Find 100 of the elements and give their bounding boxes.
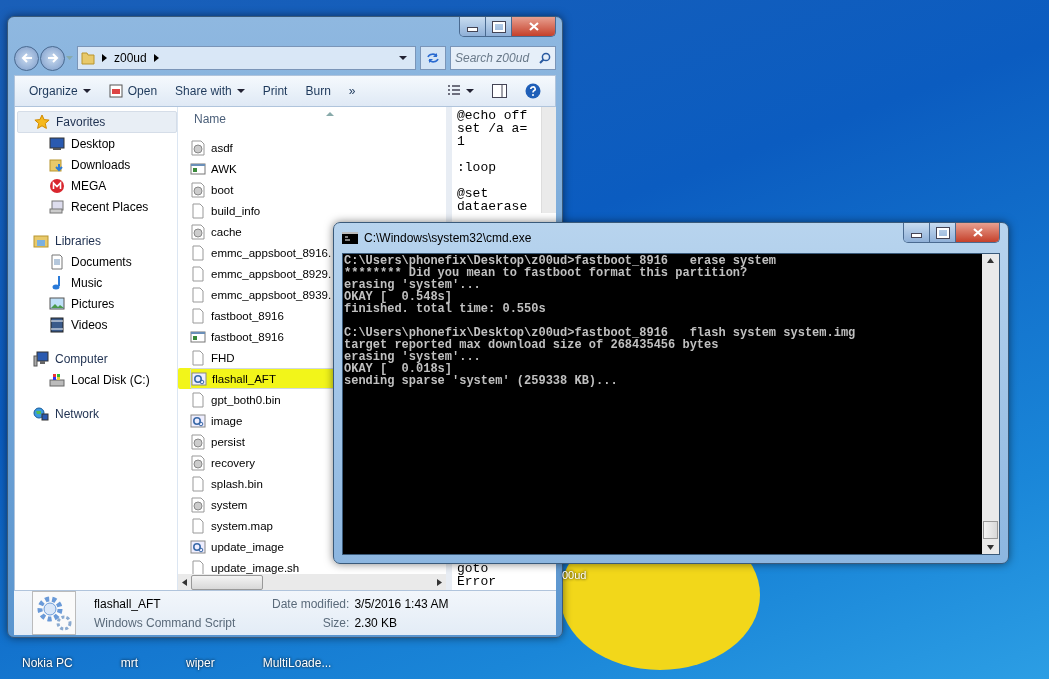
file-row[interactable]: asdf	[190, 137, 336, 158]
nav-item[interactable]: Downloads	[17, 154, 177, 175]
toolbar-button[interactable]: »	[340, 81, 364, 101]
menu-button[interactable]: Organize	[21, 81, 99, 101]
file-row[interactable]: system.map	[190, 515, 336, 536]
close-button[interactable]	[956, 223, 999, 242]
file-row[interactable]: emmc_appsboot_8916.	[190, 242, 336, 263]
desktop-icon-label[interactable]: Nokia PC	[22, 656, 73, 670]
folder-icon	[49, 156, 65, 173]
nav-item[interactable]: Recent Places	[17, 196, 177, 217]
file-row[interactable]: emmc_appsboot_8939.	[190, 284, 336, 305]
search-icon	[539, 52, 551, 64]
disc-file-icon	[190, 181, 206, 198]
close-icon	[972, 228, 983, 237]
down-arrow-icon	[987, 545, 994, 550]
file-row[interactable]: FHD	[190, 347, 336, 368]
desktop-icon-label[interactable]: MultiLoade...	[262, 656, 332, 670]
file-row[interactable]: update_image	[190, 536, 336, 557]
address-bar[interactable]: z00ud	[77, 46, 416, 70]
breadcrumb[interactable]: z00ud	[114, 51, 147, 65]
nav-item[interactable]: Music	[17, 272, 177, 293]
minimize-button[interactable]	[460, 17, 486, 36]
blank-file-icon	[190, 517, 206, 534]
file-row[interactable]: AWK	[190, 158, 336, 179]
refresh-button[interactable]	[420, 46, 446, 70]
pane-icon	[492, 84, 507, 98]
gear-file-icon	[190, 538, 206, 555]
disc-file-icon	[190, 223, 206, 240]
horizontal-scrollbar[interactable]	[178, 574, 446, 590]
nav-item[interactable]: Documents	[17, 251, 177, 272]
caret-icon	[236, 89, 245, 93]
console-line: OKAY [ 0.018s]	[344, 363, 453, 375]
forward-button[interactable]	[40, 45, 65, 71]
preview-line: :loop	[457, 161, 497, 174]
file-row[interactable]: splash.bin	[190, 473, 336, 494]
vertical-scrollbar[interactable]	[541, 107, 556, 213]
column-header[interactable]: Name	[194, 112, 226, 126]
m-circle-icon	[49, 177, 65, 194]
nav-item[interactable]: Favorites	[17, 111, 177, 133]
console-icon	[342, 232, 358, 244]
toolbar-button[interactable]: Print	[254, 81, 296, 101]
console-line: erasing 'system'...	[344, 351, 482, 363]
nav-item[interactable]: Desktop	[17, 133, 177, 154]
file-row[interactable]: system	[190, 494, 336, 515]
file-row[interactable]: boot	[190, 179, 336, 200]
globe-network-icon	[33, 406, 49, 422]
gear-file-icon	[191, 370, 207, 387]
nav-item[interactable]: Network	[17, 404, 177, 424]
desktop-icon-label[interactable]: wiper	[186, 656, 215, 670]
window-file-icon	[190, 160, 206, 177]
folder-icon	[81, 51, 95, 65]
close-button[interactable]	[512, 17, 555, 36]
left-arrow-icon	[182, 578, 187, 586]
file-row[interactable]: recovery	[190, 452, 336, 473]
minimize-button[interactable]	[904, 223, 930, 242]
file-row[interactable]: fastboot_8916	[190, 326, 336, 347]
desktop-icon-label[interactable]: mrt	[120, 656, 138, 670]
gear-file-icon	[190, 412, 206, 429]
disc-file-icon	[190, 454, 206, 471]
search-field[interactable]: Search z00ud	[450, 46, 556, 70]
window-title: C:\Windows\system32\cmd.exe	[364, 231, 532, 245]
right-arrow-icon	[46, 53, 59, 63]
nav-item[interactable]: MEGA	[17, 175, 177, 196]
nav-item[interactable]: Libraries	[17, 231, 177, 251]
blank-file-icon	[190, 244, 206, 261]
toolbar-button[interactable]: Burn	[297, 81, 339, 101]
maximize-button[interactable]	[486, 17, 512, 36]
blank-file-icon	[190, 307, 206, 324]
file-row[interactable]: persist	[190, 431, 336, 452]
vertical-scrollbar[interactable]	[982, 254, 999, 554]
toolbar-button[interactable]: Open	[100, 81, 166, 101]
nav-item[interactable]: Computer	[17, 349, 177, 369]
nav-item[interactable]: Videos	[17, 314, 177, 335]
scroll-thumb[interactable]	[983, 521, 998, 539]
back-button[interactable]	[14, 45, 39, 71]
caret-icon	[82, 89, 91, 93]
film-icon	[49, 316, 65, 333]
preview-line: set /a a=	[457, 122, 529, 135]
file-row[interactable]: image	[190, 410, 336, 431]
console-line: C:\Users\phonefix\Desktop\z00ud>fastboot_8916 flash system system.img	[344, 327, 857, 339]
disc-file-icon	[190, 433, 206, 450]
scroll-thumb[interactable]	[191, 574, 263, 590]
file-row[interactable]: cache	[190, 221, 336, 242]
blank-file-icon	[190, 349, 206, 366]
console-line: erasing 'system'...	[344, 279, 482, 291]
file-row[interactable]: build_info	[190, 200, 336, 221]
file-row[interactable]: gpt_both0.bin	[190, 389, 336, 410]
sort-arrow-icon	[326, 112, 334, 116]
console-line: ******** Did you mean to fastboot format this partition?	[344, 267, 748, 279]
blank-file-icon	[190, 391, 206, 408]
menu-button[interactable]: Share with	[167, 81, 253, 101]
file-row[interactable]: emmc_appsboot_8929.	[190, 263, 336, 284]
dropdown-caret-icon[interactable]	[399, 56, 407, 60]
file-row[interactable]: update_image.sh	[190, 557, 336, 574]
chevron-icon	[153, 54, 159, 62]
blank-file-icon	[190, 286, 206, 303]
nav-item[interactable]: Local Disk (C:)	[17, 369, 177, 390]
file-row[interactable]: fastboot_8916	[190, 305, 336, 326]
nav-item[interactable]: Pictures	[17, 293, 177, 314]
maximize-button[interactable]	[930, 223, 956, 242]
